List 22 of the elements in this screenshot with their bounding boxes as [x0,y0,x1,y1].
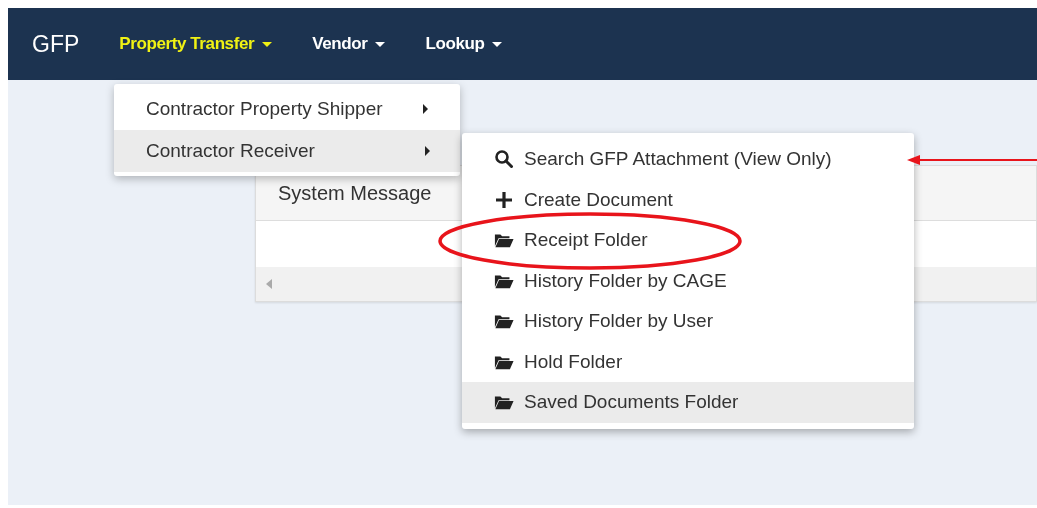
menu-item[interactable]: Contractor Receiver [114,130,460,172]
menu-item[interactable]: History Folder by CAGE [462,260,914,301]
nav-menu[interactable]: Property Transfer [119,34,273,54]
menu-item[interactable]: Contractor Property Shipper [114,88,460,130]
menu-item[interactable]: Receipt Folder [462,220,914,261]
submenu-caret-icon [425,146,430,156]
caret-icon [492,41,503,47]
menu-item[interactable]: Create Document [462,179,914,220]
menu-item[interactable]: Hold Folder [462,341,914,382]
menu-item[interactable]: History Folder by User [462,301,914,342]
brand-title[interactable]: GFP [32,30,80,58]
search-icon [494,149,514,170]
panel-title: System Message [278,181,432,205]
nav-menu[interactable]: Lookup [425,34,503,54]
menu-item[interactable]: Search GFP Attachment (View Only) [462,139,914,180]
nav-menu[interactable]: Vendor [312,34,386,54]
submenu-caret-icon [423,104,428,114]
menu-item[interactable]: Saved Documents Folder [462,382,914,423]
scroll-left-icon[interactable] [266,279,272,289]
plus-icon [494,189,514,210]
caret-icon [375,41,386,47]
caret-icon [262,41,273,47]
